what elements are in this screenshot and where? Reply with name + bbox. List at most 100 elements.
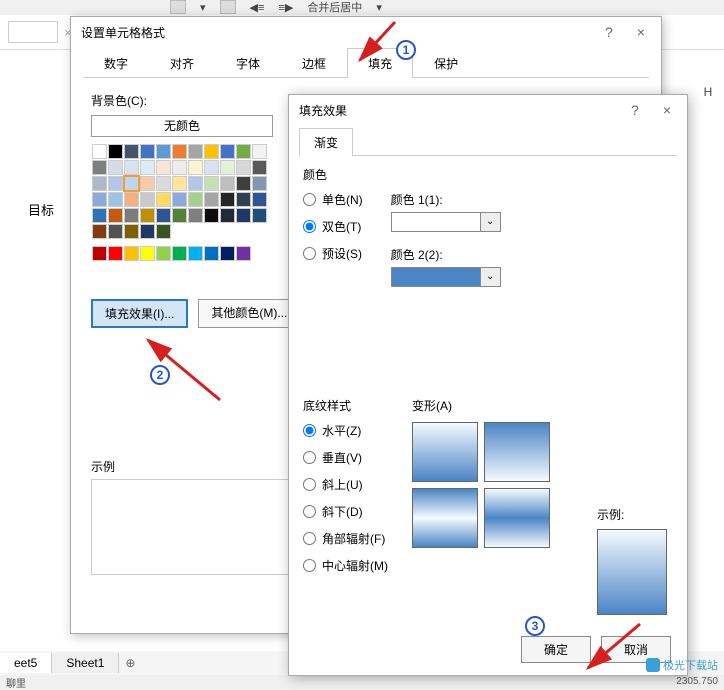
color-swatch[interactable] xyxy=(172,192,187,207)
color-swatch[interactable] xyxy=(140,246,155,261)
color-swatch[interactable] xyxy=(220,144,235,159)
color-swatch[interactable] xyxy=(124,160,139,175)
variant-3[interactable] xyxy=(412,488,478,548)
ribbon-icon[interactable] xyxy=(220,0,236,14)
color-swatch[interactable] xyxy=(124,144,139,159)
color-swatch[interactable] xyxy=(236,192,251,207)
close-button[interactable]: × xyxy=(657,100,677,120)
color-swatch[interactable] xyxy=(92,224,107,239)
color-swatch[interactable] xyxy=(108,144,123,159)
tab-gradient[interactable]: 渐变 xyxy=(299,128,353,156)
radio-one-color[interactable]: 单色(N) xyxy=(303,191,363,208)
radio-vertical[interactable]: 垂直(V) xyxy=(303,449,388,466)
color-swatch[interactable] xyxy=(172,160,187,175)
color-swatch[interactable] xyxy=(156,224,171,239)
color-swatch[interactable] xyxy=(140,224,155,239)
color-swatch[interactable] xyxy=(124,224,139,239)
color-swatch[interactable] xyxy=(124,246,139,261)
radio-corner[interactable]: 角部辐射(F) xyxy=(303,530,388,547)
color-swatch[interactable] xyxy=(172,246,187,261)
color-swatch[interactable] xyxy=(220,176,235,191)
color-swatch[interactable] xyxy=(236,246,251,261)
indent-decrease-icon[interactable]: ◀≡ xyxy=(250,1,265,14)
color-swatch[interactable] xyxy=(140,192,155,207)
color-swatch[interactable] xyxy=(92,208,107,223)
color-swatch[interactable] xyxy=(252,192,267,207)
ribbon-icon[interactable] xyxy=(170,0,186,14)
color-swatch[interactable] xyxy=(172,208,187,223)
tab-number[interactable]: 数字 xyxy=(83,48,149,78)
color-swatch[interactable] xyxy=(156,208,171,223)
ok-button[interactable]: 确定 xyxy=(521,636,591,663)
color-swatch[interactable] xyxy=(92,144,107,159)
color2-swatch[interactable] xyxy=(391,267,481,287)
color-swatch[interactable] xyxy=(108,192,123,207)
color2-dropdown[interactable]: ⌄ xyxy=(481,267,501,287)
color-swatch[interactable] xyxy=(188,208,203,223)
indent-increase-icon[interactable]: ≡▶ xyxy=(278,1,293,14)
name-box[interactable] xyxy=(8,21,58,43)
color-swatch[interactable] xyxy=(156,192,171,207)
color-swatch[interactable] xyxy=(124,192,139,207)
color-swatch[interactable] xyxy=(156,160,171,175)
color-swatch[interactable] xyxy=(108,224,123,239)
help-button[interactable]: ? xyxy=(599,22,619,42)
color-swatch[interactable] xyxy=(92,160,107,175)
tab-alignment[interactable]: 对齐 xyxy=(149,48,215,78)
color-swatch[interactable] xyxy=(188,246,203,261)
no-color-button[interactable]: 无颜色 xyxy=(91,115,273,137)
color-swatch[interactable] xyxy=(108,160,123,175)
color-swatch[interactable] xyxy=(188,144,203,159)
color-swatch[interactable] xyxy=(92,192,107,207)
color-swatch[interactable] xyxy=(236,144,251,159)
color-swatch[interactable] xyxy=(204,160,219,175)
sheet-tab[interactable]: Sheet1 xyxy=(52,653,119,673)
color-swatch[interactable] xyxy=(188,176,203,191)
fill-effects-button[interactable]: 填充效果(I)... xyxy=(91,299,188,328)
color-swatch[interactable] xyxy=(204,208,219,223)
sheet-tab[interactable]: eet5 xyxy=(0,653,52,673)
color-swatch[interactable] xyxy=(108,176,123,191)
radio-horizontal[interactable]: 水平(Z) xyxy=(303,422,388,439)
color1-swatch[interactable] xyxy=(391,212,481,232)
color-swatch[interactable] xyxy=(252,208,267,223)
color-swatch[interactable] xyxy=(252,144,267,159)
color-swatch[interactable] xyxy=(108,208,123,223)
variant-4[interactable] xyxy=(484,488,550,548)
color-swatch[interactable] xyxy=(204,192,219,207)
color-swatch[interactable] xyxy=(220,192,235,207)
color-swatch[interactable] xyxy=(124,176,139,191)
color-swatch[interactable] xyxy=(204,144,219,159)
tab-font[interactable]: 字体 xyxy=(215,48,281,78)
color-swatch[interactable] xyxy=(156,176,171,191)
color-swatch[interactable] xyxy=(156,246,171,261)
color-swatch[interactable] xyxy=(220,208,235,223)
radio-center[interactable]: 中心辐射(M) xyxy=(303,557,388,574)
tab-protection[interactable]: 保护 xyxy=(413,48,479,78)
color-swatch[interactable] xyxy=(236,176,251,191)
color-swatch[interactable] xyxy=(140,176,155,191)
variant-2[interactable] xyxy=(484,422,550,482)
radio-preset[interactable]: 预设(S) xyxy=(303,245,363,262)
close-button[interactable]: × xyxy=(631,22,651,42)
color-swatch[interactable] xyxy=(252,160,267,175)
color-swatch[interactable] xyxy=(236,208,251,223)
variant-1[interactable] xyxy=(412,422,478,482)
merge-center-button[interactable]: 合并后居中 xyxy=(307,0,362,15)
add-sheet-button[interactable]: ⊕ xyxy=(119,656,141,670)
radio-diag-down[interactable]: 斜下(D) xyxy=(303,503,388,520)
color-swatch[interactable] xyxy=(140,208,155,223)
color-swatch[interactable] xyxy=(108,246,123,261)
color-swatch[interactable] xyxy=(156,144,171,159)
color-swatch[interactable] xyxy=(188,192,203,207)
color-swatch[interactable] xyxy=(188,160,203,175)
color-swatch[interactable] xyxy=(220,246,235,261)
color-swatch[interactable] xyxy=(92,246,107,261)
color-swatch[interactable] xyxy=(140,144,155,159)
color-swatch[interactable] xyxy=(236,160,251,175)
color-swatch[interactable] xyxy=(172,144,187,159)
radio-two-color[interactable]: 双色(T) xyxy=(303,218,363,235)
color-swatch[interactable] xyxy=(172,176,187,191)
column-header[interactable]: H xyxy=(688,85,724,99)
color-swatch[interactable] xyxy=(124,208,139,223)
